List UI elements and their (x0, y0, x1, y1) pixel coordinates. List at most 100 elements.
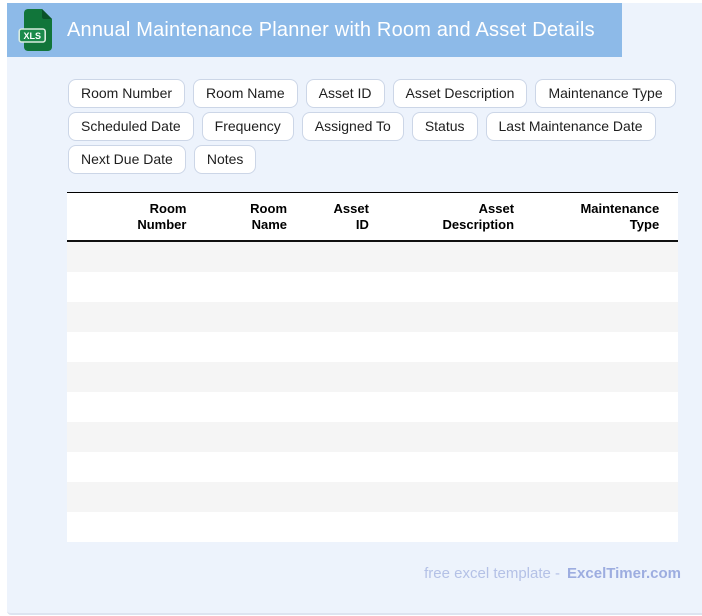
table-cell (67, 482, 194, 512)
table-cell (294, 512, 376, 542)
table-cell (375, 362, 522, 392)
table-cell (521, 422, 667, 452)
table-cell (193, 512, 295, 542)
table-cell (67, 452, 194, 482)
table-cell (375, 332, 522, 362)
planner-table-container: Room Number Room Name Asset ID Asset Descri… (67, 192, 678, 544)
table-cell (67, 362, 194, 392)
table-cell (666, 241, 678, 272)
table-cell (294, 392, 376, 422)
table-row (67, 241, 678, 272)
table-cell (666, 302, 678, 332)
table-cell (375, 512, 522, 542)
title-banner: XLS Annual Maintenance Planner with Room… (7, 3, 622, 57)
table-row (67, 422, 678, 452)
chip-maintenance-type[interactable]: Maintenance Type (535, 79, 676, 108)
table-row (67, 332, 678, 362)
chip-asset-description[interactable]: Asset Description (392, 79, 528, 108)
table-cell (193, 362, 295, 392)
table-cell (193, 241, 295, 272)
table-cell (375, 422, 522, 452)
table-cell (666, 392, 678, 422)
table-cell (521, 332, 667, 362)
chip-scheduled-date[interactable]: Scheduled Date (68, 112, 194, 141)
table-cell (294, 241, 376, 272)
chip-next-due-date[interactable]: Next Due Date (68, 145, 186, 174)
column-header: Room Name (193, 192, 295, 242)
table-cell (193, 332, 295, 362)
chip-frequency[interactable]: Frequency (201, 112, 294, 141)
table-row (67, 482, 678, 512)
table-cell (193, 422, 295, 452)
table-cell (666, 422, 678, 452)
table-row (67, 302, 678, 332)
table-cell (193, 452, 295, 482)
table-cell (666, 482, 678, 512)
table-cell (294, 362, 376, 392)
table-cell (375, 452, 522, 482)
table-cell (666, 362, 678, 392)
table-cell (521, 302, 667, 332)
table-cell (67, 272, 194, 302)
table-cell (521, 272, 667, 302)
table-cell (521, 241, 667, 272)
planner-table: Room Number Room Name Asset ID Asset Descri… (67, 192, 678, 542)
table-cell (375, 302, 522, 332)
table-cell (666, 332, 678, 362)
table-cell (521, 452, 667, 482)
table-row (67, 392, 678, 422)
table-cell (294, 452, 376, 482)
table-cell (67, 422, 194, 452)
table-cell (67, 302, 194, 332)
table-cell (666, 272, 678, 302)
table-cell (666, 512, 678, 542)
table-row (67, 272, 678, 302)
table-body (67, 241, 678, 542)
table-cell (521, 392, 667, 422)
column-header: Maintenance Type (521, 192, 667, 242)
column-header: Asset Description (375, 192, 522, 242)
table-cell (193, 302, 295, 332)
table-cell (375, 241, 522, 272)
column-header: Room Number (67, 192, 194, 242)
table-cell (67, 241, 194, 272)
table-header-row: Room Number Room Name Asset ID Asset Descri… (67, 192, 678, 242)
chip-asset-id[interactable]: Asset ID (305, 79, 385, 108)
table-row (67, 362, 678, 392)
table-cell (521, 512, 667, 542)
table-cell (67, 512, 194, 542)
table-cell (294, 422, 376, 452)
chip-room-name[interactable]: Room Name (193, 79, 298, 108)
column-chip-list: Room Number Room Name Asset ID Asset Descri… (68, 79, 702, 174)
chip-assigned-to[interactable]: Assigned To (301, 112, 404, 141)
page-title: Annual Maintenance Planner with Room and… (67, 18, 595, 41)
footer-brand-link[interactable]: ExcelTimer.com (567, 565, 681, 582)
column-header: Asset ID (294, 192, 376, 242)
table-cell (294, 302, 376, 332)
table-cell (67, 332, 194, 362)
table-cell (375, 272, 522, 302)
table-cell (375, 392, 522, 422)
table-row (67, 452, 678, 482)
chip-room-number[interactable]: Room Number (68, 79, 186, 108)
chip-status[interactable]: Status (411, 112, 478, 141)
table-cell (521, 482, 667, 512)
table-cell (294, 272, 376, 302)
xls-badge-label: XLS (23, 31, 41, 41)
table-cell (193, 272, 295, 302)
xls-file-icon: XLS (18, 9, 52, 51)
table-cell (666, 452, 678, 482)
table-cell (193, 482, 295, 512)
chip-last-maintenance-date[interactable]: Last Maintenance Date (485, 112, 656, 141)
table-row (67, 512, 678, 542)
footer-credit: free excel template - ExcelTimer.com (424, 565, 681, 582)
column-header: Scheduled Date (666, 192, 678, 242)
page-background: XLS Annual Maintenance Planner with Room… (7, 3, 702, 615)
table-cell (67, 392, 194, 422)
table-cell (375, 482, 522, 512)
chip-notes[interactable]: Notes (193, 145, 257, 174)
table-cell (294, 332, 376, 362)
footer-text: free excel template - (424, 565, 561, 582)
table-cell (193, 392, 295, 422)
table-cell (521, 362, 667, 392)
